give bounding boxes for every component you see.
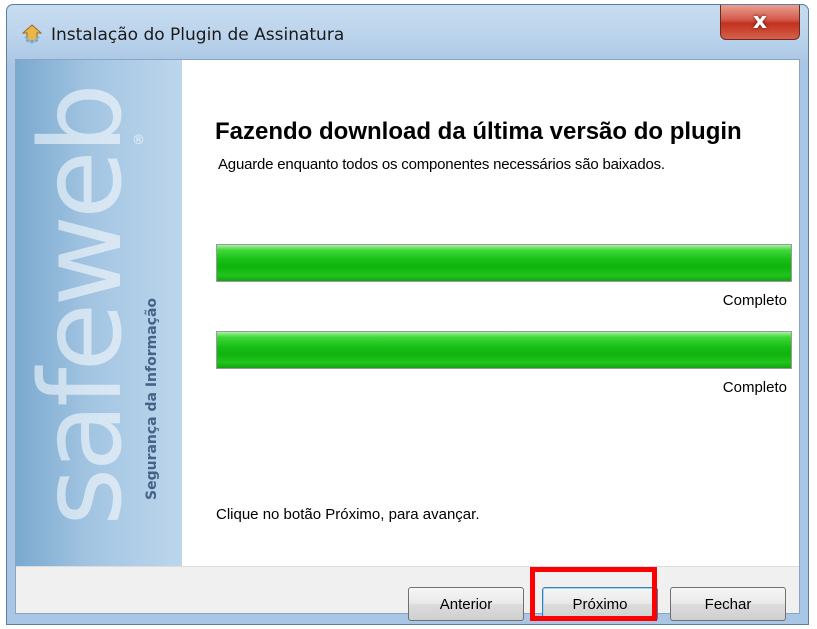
progress-bar-1 [216,244,792,282]
page-heading: Fazendo download da última versão do plu… [215,118,742,145]
close-icon: x [752,9,768,34]
title-bar[interactable]: Instalação do Plugin de Assinatura x [7,5,808,59]
progress-fill-2 [217,332,791,368]
registered-mark: ® [132,133,145,148]
window-title: Instalação do Plugin de Assinatura [51,25,345,45]
next-button[interactable]: Próximo [542,587,658,621]
progress-fill-1 [217,245,791,281]
installer-window: Instalação do Plugin de Assinatura x saf… [6,4,809,625]
installer-icon [21,24,43,45]
close-button[interactable]: Fechar [670,587,786,621]
progress-bar-2 [216,331,792,369]
content-panel: Fazendo download da última versão do plu… [182,60,799,566]
window-close-button[interactable]: x [720,5,800,40]
progress-status-1: Completo [722,292,787,309]
brand-tagline: Segurança da Informação [144,298,160,500]
button-bar: Anterior Próximo Fechar [16,566,799,621]
progress-status-2: Completo [722,379,787,396]
brand-wordmark: safeweb [17,87,147,526]
instruction-text: Clique no botão Próximo, para avançar. [216,506,480,523]
back-button[interactable]: Anterior [408,587,524,621]
safeweb-logo: safeweb Segurança da Informação ® [17,87,160,526]
side-banner: safeweb Segurança da Informação ® [16,60,182,566]
dialog-client-area: safeweb Segurança da Informação ® Fazend… [15,59,800,621]
page-subheading: Aguarde enquanto todos os componentes ne… [218,156,665,173]
